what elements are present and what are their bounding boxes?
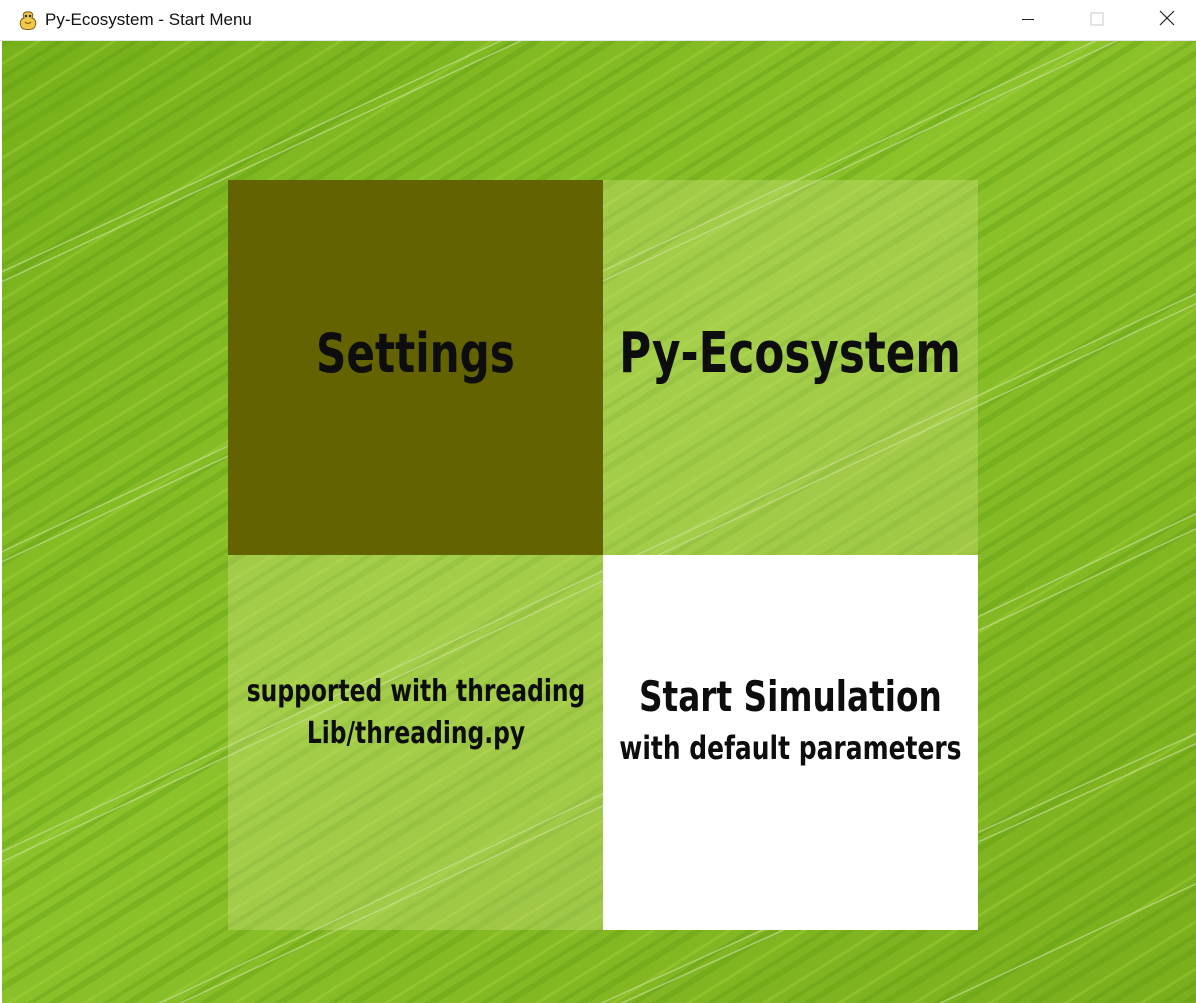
- threading-info: supported with threading Lib/threading.p…: [199, 671, 633, 755]
- minimize-button[interactable]: [1005, 0, 1051, 40]
- window-title: Py-Ecosystem - Start Menu: [45, 10, 252, 29]
- close-icon: [1159, 10, 1175, 30]
- close-button[interactable]: [1144, 0, 1190, 40]
- app-title: Py-Ecosystem: [619, 321, 962, 386]
- threading-line-1: supported with threading: [246, 673, 585, 709]
- pygame-snake-icon: [17, 9, 39, 31]
- start-simulation-label: Start Simulation: [639, 671, 942, 721]
- settings-button[interactable]: Settings: [228, 180, 603, 555]
- maximize-button[interactable]: [1074, 0, 1120, 40]
- app-window: Py-Ecosystem - Start Menu Settings Py-Ec…: [0, 0, 1196, 1003]
- start-simulation-text: Start Simulation with default parameters: [571, 668, 1010, 770]
- app-title-panel: Py-Ecosystem: [603, 180, 978, 555]
- start-simulation-sublabel: with default parameters: [619, 728, 962, 767]
- maximize-icon: [1090, 11, 1104, 30]
- threading-line-2: Lib/threading.py: [306, 715, 525, 751]
- minimize-icon: [1021, 11, 1035, 30]
- title-bar[interactable]: Py-Ecosystem - Start Menu: [0, 0, 1196, 41]
- start-simulation-button[interactable]: Start Simulation with default parameters: [603, 555, 978, 930]
- threading-info-panel: supported with threading Lib/threading.p…: [228, 555, 603, 930]
- settings-label: Settings: [316, 322, 515, 385]
- start-menu-canvas: Settings Py-Ecosystem supported with thr…: [2, 41, 1196, 1003]
